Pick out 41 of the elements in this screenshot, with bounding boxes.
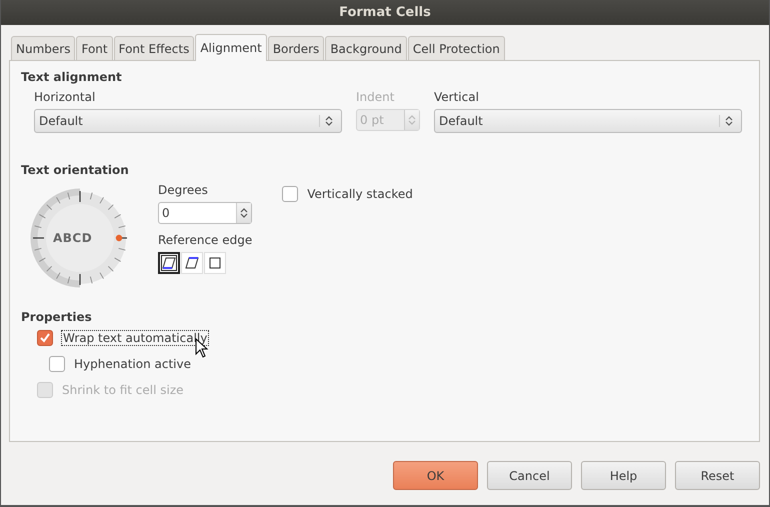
updown-icon xyxy=(240,207,248,219)
degrees-spinbox[interactable]: 0 xyxy=(158,202,252,224)
tab[interactable]: Font xyxy=(76,36,113,60)
dial-drawing[interactable] xyxy=(30,188,130,288)
field-label: Reference edge xyxy=(158,233,252,247)
section-heading: Properties xyxy=(21,310,93,324)
dialog-button[interactable]: Help xyxy=(581,461,666,490)
updown-icon xyxy=(408,114,416,126)
parallelogram-icon xyxy=(185,256,199,270)
checkbox-label: Wrap text automatically xyxy=(62,331,208,345)
checkbox[interactable] xyxy=(37,330,53,346)
tab[interactable]: Font Effects xyxy=(114,36,194,60)
field-label: Horizontal xyxy=(34,90,96,104)
checkmark-icon xyxy=(39,332,51,344)
square-icon xyxy=(208,256,222,270)
updown-icon xyxy=(319,115,333,127)
dialog-button[interactable]: Cancel xyxy=(487,461,572,490)
tab[interactable]: Background xyxy=(325,36,407,60)
horizontal-dropdown[interactable]: Default xyxy=(34,109,342,133)
checkbox[interactable] xyxy=(282,186,298,202)
reference-edge-button[interactable] xyxy=(158,252,180,274)
checkbox-label: Shrink to fit cell size xyxy=(62,383,184,397)
checkbox-label: Hyphenation active xyxy=(74,357,191,371)
section-heading: Text alignment xyxy=(21,70,123,84)
window-title: Format Cells xyxy=(339,5,431,20)
dialog-button[interactable]: Reset xyxy=(675,461,760,490)
tab[interactable]: Borders xyxy=(268,36,324,60)
dial-label: ABCD xyxy=(53,231,92,245)
vertical-dropdown[interactable]: Default xyxy=(434,109,742,133)
dialog-button[interactable]: OK xyxy=(393,461,478,490)
section-heading: Text orientation xyxy=(21,163,130,177)
tab[interactable]: Numbers xyxy=(11,36,76,60)
field-label: Degrees xyxy=(158,183,209,197)
checkbox-label: Vertically stacked xyxy=(307,187,413,201)
checkbox[interactable] xyxy=(49,356,65,372)
tab[interactable]: Cell Protection xyxy=(408,36,505,60)
tab[interactable]: Alignment xyxy=(195,34,267,61)
parallelogram-icon xyxy=(162,256,176,270)
updown-icon xyxy=(719,115,733,127)
field-label: Indent xyxy=(356,90,396,104)
field-label: Vertical xyxy=(434,90,480,104)
